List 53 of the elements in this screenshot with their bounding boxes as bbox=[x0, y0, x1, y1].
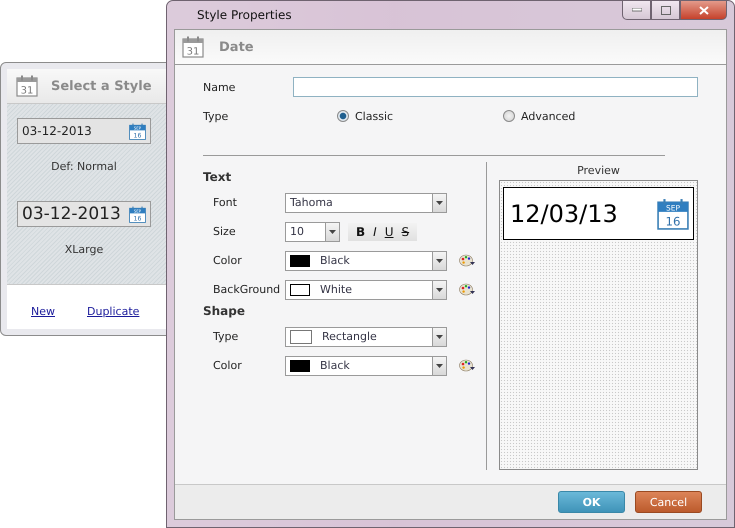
style-label: Def: Normal bbox=[51, 160, 117, 173]
radio-button[interactable] bbox=[337, 110, 349, 122]
calendar-icon: 31 bbox=[15, 74, 39, 98]
color-dropdown[interactable]: Black bbox=[285, 250, 447, 270]
header-title: Date bbox=[219, 40, 254, 54]
palette-icon[interactable] bbox=[459, 359, 475, 372]
field-label: BackGround bbox=[213, 283, 282, 296]
shape-dropdown[interactable]: Rectangle bbox=[285, 326, 447, 346]
section-title: Shape bbox=[203, 304, 246, 320]
caret-icon bbox=[436, 364, 443, 368]
radio-option[interactable]: Classic bbox=[337, 110, 503, 122]
link[interactable]: Duplicate bbox=[87, 304, 140, 318]
maximize-icon bbox=[660, 6, 670, 14]
name-field[interactable] bbox=[293, 77, 698, 97]
size-dropdown[interactable]: 10 bbox=[285, 222, 340, 242]
field-label: Color bbox=[213, 254, 243, 267]
caret-icon bbox=[436, 334, 443, 338]
format-button[interactable]: U bbox=[380, 224, 398, 238]
radio-option[interactable]: Advanced bbox=[503, 110, 669, 122]
style-label: XLarge bbox=[64, 243, 104, 256]
section-title: Text bbox=[203, 170, 232, 186]
field-label: Type bbox=[203, 110, 230, 122]
close-button[interactable] bbox=[680, 1, 727, 20]
close-icon bbox=[698, 6, 708, 14]
calendar-icon: 31 bbox=[181, 35, 205, 59]
window-title: Style Properties bbox=[196, 8, 292, 22]
field-label: Name bbox=[203, 80, 236, 94]
cancel-button[interactable]: Cancel bbox=[635, 491, 702, 513]
background-dropdown[interactable]: White bbox=[285, 280, 447, 300]
minimize-button[interactable] bbox=[622, 1, 651, 20]
format-button[interactable]: S bbox=[398, 224, 414, 238]
preview-label: Preview bbox=[577, 164, 620, 179]
rectangle-icon bbox=[290, 330, 312, 344]
window-title: Select a Style bbox=[51, 78, 152, 94]
palette-icon[interactable] bbox=[459, 254, 475, 267]
preview-date: 12/03/13 bbox=[510, 200, 618, 228]
caret-icon bbox=[436, 288, 443, 292]
field-label: Type bbox=[213, 330, 240, 343]
caret-icon bbox=[329, 230, 336, 234]
maximize-button[interactable] bbox=[651, 1, 680, 20]
caret-icon bbox=[436, 200, 443, 204]
field-label: Color bbox=[213, 359, 243, 372]
format-button[interactable]: B bbox=[352, 224, 370, 238]
caret-icon bbox=[436, 258, 443, 262]
link[interactable]: New bbox=[31, 304, 55, 318]
minimize-icon bbox=[632, 8, 642, 12]
font-dropdown[interactable]: Tahoma bbox=[285, 192, 447, 212]
color-dropdown[interactable]: Black bbox=[285, 356, 447, 376]
palette-icon[interactable] bbox=[459, 283, 475, 296]
radio-button[interactable] bbox=[503, 110, 515, 122]
field-label: Font bbox=[213, 196, 238, 209]
format-button[interactable]: I bbox=[369, 224, 381, 238]
field-label: Size bbox=[213, 225, 237, 238]
